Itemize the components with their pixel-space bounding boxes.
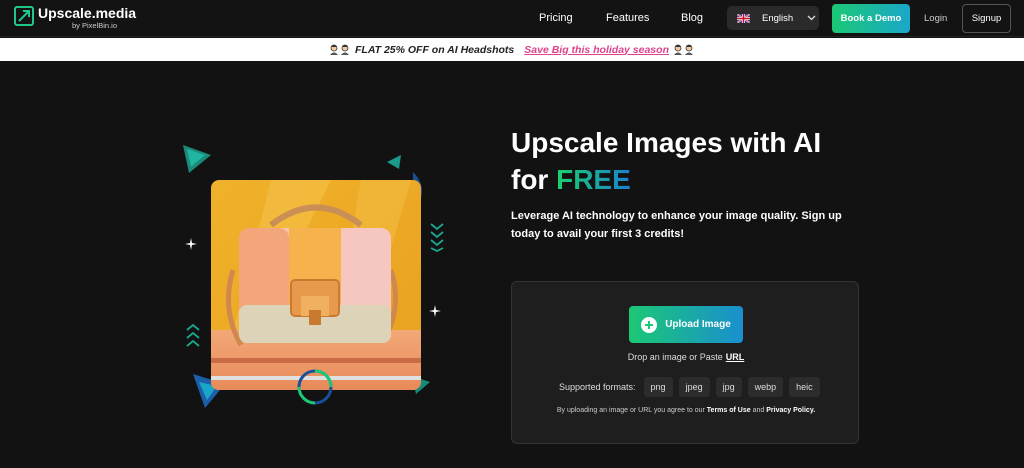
hero-title-line1: Upscale Images with AI	[511, 127, 822, 158]
person-emoji-icon-3	[673, 44, 682, 55]
hero-title-free: FREE	[556, 164, 631, 195]
person-emoji-icon	[330, 44, 338, 55]
upload-image-button[interactable]: Upload Image	[629, 306, 743, 343]
upload-button-label: Upload Image	[665, 319, 731, 330]
triangle-decor-icon	[183, 145, 211, 173]
drop-text: Drop an image or Paste	[627, 352, 723, 362]
terms-notice: By uploading an image or URL you agree t…	[512, 407, 860, 414]
format-chip-jpg: jpg	[715, 377, 742, 397]
drop-hint: Drop an image or Paste URL	[512, 352, 860, 362]
paste-url-link[interactable]: URL	[726, 352, 745, 362]
language-label: English	[762, 12, 794, 24]
upload-card[interactable]: Upload Image Drop an image or Paste URL S…	[511, 281, 859, 444]
formats-label: Supported formats:	[559, 382, 636, 392]
nav-link-blog[interactable]: Blog	[681, 12, 703, 24]
format-chip-png: png	[643, 377, 673, 397]
privacy-policy-link[interactable]: Privacy Policy.	[766, 407, 815, 414]
book-demo-button[interactable]: Book a Demo	[832, 4, 910, 33]
hero-subtitle: Leverage AI technology to enhance your i…	[511, 210, 842, 240]
signup-button[interactable]: Signup	[962, 4, 1011, 33]
loading-ring-icon	[297, 369, 333, 405]
top-navbar: Upscale.media by PixelBin.io Pricing Fea…	[0, 0, 1024, 37]
terms-and: and	[752, 407, 765, 414]
terms-of-use-link[interactable]: Terms of Use	[707, 407, 751, 414]
hero-title-for: for	[511, 164, 549, 195]
uk-flag-icon	[737, 13, 750, 23]
promo-banner: FLAT 25% OFF on AI Headshots Save Big th…	[0, 38, 1024, 61]
terms-prefix: By uploading an image or URL you agree t…	[556, 407, 705, 414]
hero-headline: Upscale Images with AI for FREE	[511, 124, 911, 198]
plus-circle-icon	[641, 316, 658, 333]
chevron-stack-decor-icon	[430, 223, 444, 252]
sparkle-decor-icon-2	[429, 305, 441, 317]
logo[interactable]: Upscale.media by PixelBin.io	[14, 5, 136, 33]
nav-link-pricing[interactable]: Pricing	[539, 12, 573, 24]
logo-title: Upscale.media	[38, 5, 137, 21]
promo-link[interactable]: Save Big this holiday season	[524, 44, 669, 56]
example-product-image	[211, 180, 421, 390]
chevron-up-stack-decor-icon	[186, 323, 200, 347]
sparkle-decor-icon	[185, 238, 197, 250]
format-chip-heic: heic	[789, 377, 820, 397]
format-chip-jpeg: jpeg	[678, 377, 710, 397]
format-chip-webp: webp	[747, 377, 784, 397]
promo-text: FLAT 25% OFF on AI Headshots	[355, 43, 515, 56]
nav-link-features[interactable]: Features	[606, 12, 649, 24]
upscale-logo-icon	[14, 6, 34, 26]
logo-subtitle: by PixelBin.io	[72, 21, 118, 30]
handbag-illustration	[211, 180, 421, 390]
chevron-down-icon	[807, 15, 816, 21]
person-emoji-icon-4	[684, 44, 693, 55]
triangle-decor-icon-2	[387, 155, 401, 169]
login-link[interactable]: Login	[924, 13, 947, 24]
person-emoji-icon-2	[341, 44, 349, 55]
supported-formats: Supported formats: png jpeg jpg webp hei…	[559, 377, 826, 397]
language-selector[interactable]: English	[727, 6, 819, 30]
